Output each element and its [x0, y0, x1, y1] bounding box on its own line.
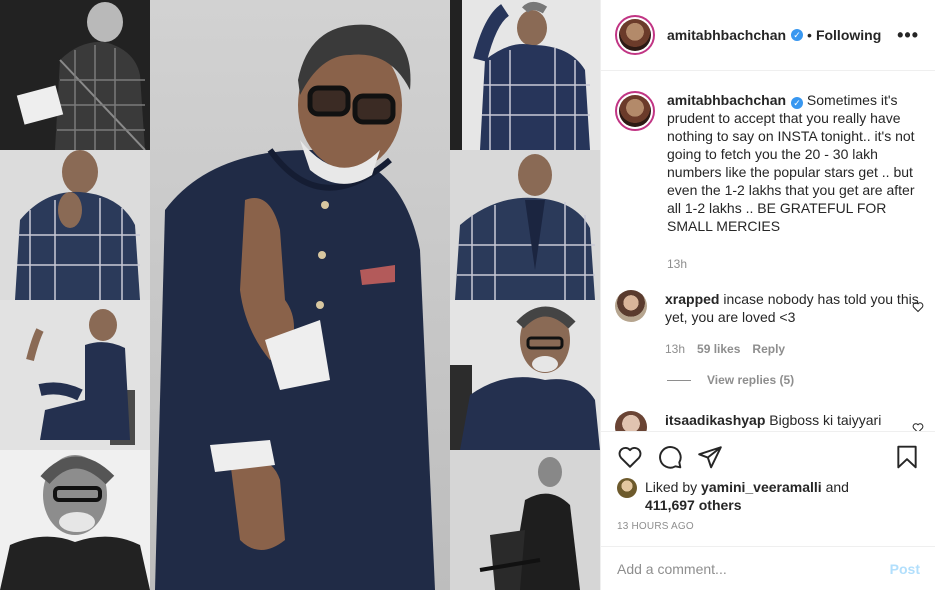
author-username[interactable]: amitabhbachchan — [667, 27, 786, 43]
comment-like-heart-icon[interactable] — [912, 301, 924, 313]
comment-likes[interactable]: 59 likes — [697, 340, 740, 358]
liked-by: Liked by yamini_veeramalli and 411,697 o… — [617, 478, 849, 514]
commenter-avatar[interactable] — [615, 411, 647, 431]
photo-tile-right-4 — [450, 450, 600, 590]
comments-list[interactable]: amitabhbachchan ✓ Sometimes it's prudent … — [601, 71, 935, 431]
view-replies-button[interactable]: View replies (5) — [667, 373, 794, 387]
liked-by-and: and — [825, 479, 849, 495]
verified-badge-icon: ✓ — [791, 97, 804, 109]
comment-like-heart-icon[interactable] — [912, 422, 924, 431]
caption-avatar[interactable] — [615, 91, 655, 131]
post-details-panel: amitabhbachchan ✓ • Following ••• amitab… — [600, 0, 935, 590]
likes-others-count[interactable]: 411,697 others — [645, 497, 742, 513]
liker-avatar[interactable] — [617, 478, 637, 498]
comment-body: xrapped incase nobody has told you this … — [665, 290, 920, 358]
comment-input[interactable] — [617, 560, 890, 577]
comment-time: 13h — [665, 342, 686, 356]
share-icon[interactable] — [697, 444, 723, 470]
post-actions: Liked by yamini_veeramalli and 411,697 o… — [601, 431, 935, 546]
post-image-collage[interactable] — [0, 0, 600, 590]
photo-tile-right-3 — [450, 300, 600, 450]
comment-item: itsaadikashyap Bigboss ki taiyyari — [615, 411, 920, 431]
comment-username[interactable]: xrapped — [665, 291, 719, 307]
view-replies-label: View replies (5) — [707, 373, 795, 387]
bookmark-icon[interactable] — [894, 444, 920, 470]
reply-button[interactable]: Reply — [752, 340, 785, 358]
comment-item: xrapped incase nobody has told you this … — [615, 290, 920, 358]
caption-time: 13h — [667, 257, 688, 271]
photo-tile-right-1 — [450, 0, 600, 150]
caption: amitabhbachchan ✓ Sometimes it's prudent … — [615, 91, 920, 273]
photo-tile-left-2 — [0, 150, 150, 300]
caption-username[interactable]: amitabhbachchan — [667, 92, 786, 108]
liked-by-prefix: Liked by — [645, 479, 698, 495]
view-replies-line — [667, 379, 691, 381]
comment-body: itsaadikashyap Bigboss ki taiyyari — [665, 411, 881, 431]
comment-text: Bigboss ki taiyyari — [769, 412, 882, 428]
action-icons — [617, 444, 920, 470]
more-options-icon[interactable]: ••• — [897, 25, 919, 46]
post-comment-button[interactable]: Post — [890, 561, 920, 577]
post-header: amitabhbachchan ✓ • Following ••• — [601, 0, 935, 71]
comment-username[interactable]: itsaadikashyap — [665, 412, 765, 428]
author-avatar[interactable] — [615, 15, 655, 55]
liker-username[interactable]: yamini_veeramalli — [701, 479, 822, 495]
photo-tile-left-4 — [0, 450, 150, 590]
commenter-avatar[interactable] — [615, 290, 647, 322]
photo-tile-right-2 — [450, 150, 600, 300]
comment-icon[interactable] — [657, 444, 683, 470]
header-separator: • — [807, 27, 812, 43]
caption-body: amitabhbachchan ✓ Sometimes it's prudent … — [667, 91, 920, 273]
verified-badge-icon: ✓ — [791, 29, 804, 41]
heart-icon[interactable] — [617, 444, 643, 470]
photo-tile-left-1 — [0, 0, 150, 150]
add-comment-bar: Post — [601, 546, 935, 590]
photo-tile-left-3 — [0, 300, 150, 450]
liked-by-text: Liked by yamini_veeramalli and 411,697 o… — [645, 478, 849, 514]
comment-meta: 13h 59 likes Reply — [665, 340, 920, 358]
photo-tile-center-main — [150, 0, 450, 590]
post-timestamp[interactable]: 13 HOURS AGO — [617, 521, 694, 532]
following-button[interactable]: Following — [816, 27, 881, 43]
caption-text: Sometimes it's prudent to accept that yo… — [667, 92, 915, 234]
